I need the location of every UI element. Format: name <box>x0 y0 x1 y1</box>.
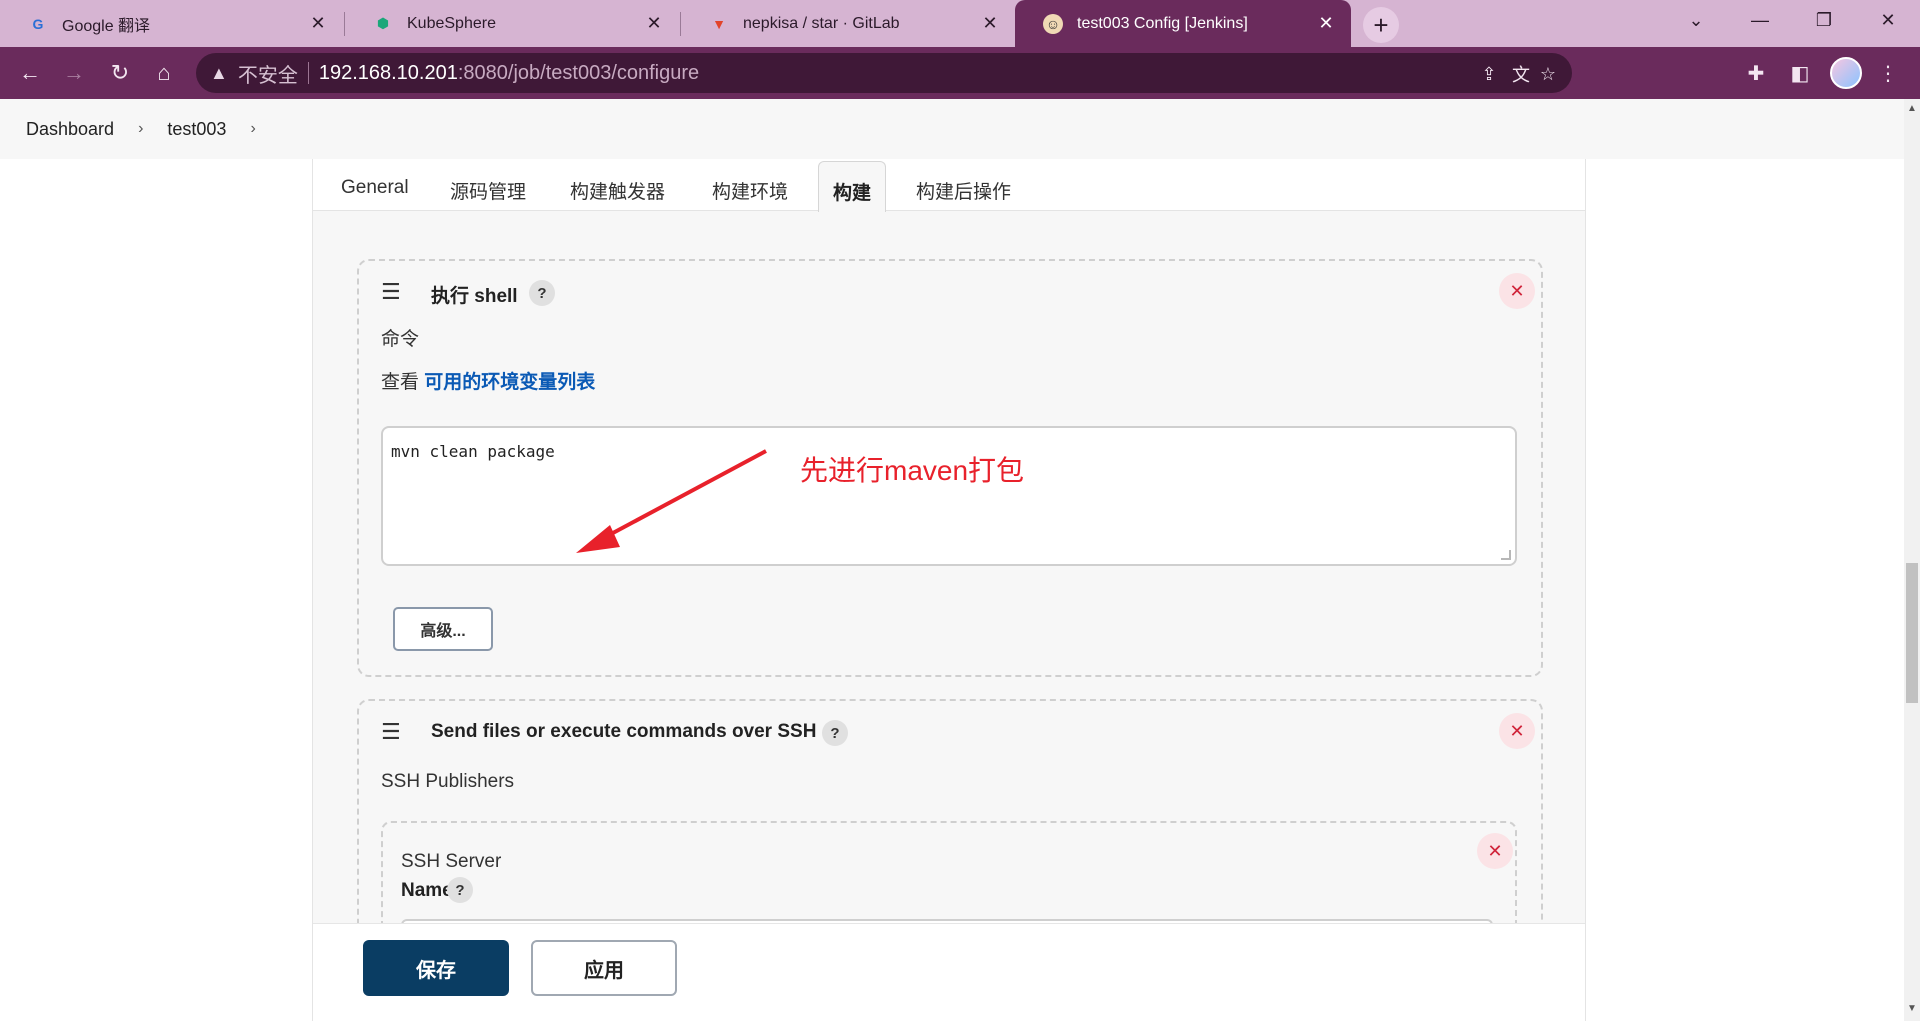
gitlab-icon: ▼ <box>712 15 726 32</box>
tab-scm[interactable]: 源码管理 <box>450 177 526 204</box>
scrollbar-thumb[interactable] <box>1906 563 1918 703</box>
help-icon[interactable]: ? <box>822 720 848 746</box>
browser-tab-gitlab[interactable]: ▼ nepkisa / star · GitLab ✕ <box>681 0 1015 47</box>
browser-toolbar: ← → ↻ ⌂ ▲ 不安全 192.168.10.201 :8080/job/t… <box>0 47 1920 99</box>
breadcrumb-job[interactable]: test003 <box>167 119 226 140</box>
close-icon[interactable]: ✕ <box>307 12 329 34</box>
name-label: Name <box>401 880 453 901</box>
tab-post-build[interactable]: 构建后操作 <box>916 177 1011 204</box>
insecure-label: 不安全 <box>237 64 298 87</box>
tab-title: nepkisa / star · GitLab <box>743 14 900 32</box>
form-action-bar: 保存 应用 <box>313 923 1585 1021</box>
command-label: 命令 <box>381 329 420 350</box>
left-gutter <box>0 159 312 1021</box>
reload-icon[interactable]: ↻ <box>104 57 136 89</box>
chevron-right-icon[interactable]: › <box>250 120 255 138</box>
forward-arrow-icon[interactable]: → <box>58 57 90 89</box>
breadcrumb: Dashboard › test003 › <box>0 99 1904 159</box>
command-text: mvn clean package <box>391 442 555 461</box>
env-prefix: 查看 <box>381 372 420 393</box>
close-window-button[interactable]: ✕ <box>1860 0 1916 40</box>
more-menu-icon[interactable]: ⋮ <box>1872 57 1904 89</box>
step-title: 执行 shell <box>431 286 518 307</box>
drag-handle-icon[interactable]: ☰ <box>381 279 401 305</box>
back-arrow-icon[interactable]: ← <box>14 57 46 89</box>
tab-build-triggers[interactable]: 构建触发器 <box>570 177 665 204</box>
close-icon[interactable]: ✕ <box>1315 12 1337 34</box>
extensions-puzzle-icon[interactable]: ✚ <box>1740 57 1772 89</box>
help-icon[interactable]: ? <box>529 280 555 306</box>
profile-avatar[interactable] <box>1830 57 1862 89</box>
chevron-right-icon[interactable]: › <box>138 120 143 138</box>
env-vars-link[interactable]: 可用的环境变量列表 <box>424 372 595 393</box>
help-icon[interactable]: ? <box>447 877 473 903</box>
bookmark-star-icon[interactable]: ☆ <box>1535 61 1561 87</box>
delete-step-icon[interactable]: ✕ <box>1499 273 1535 309</box>
annotation-arrow-icon <box>576 449 767 553</box>
browser-tab-strip: G Google 翻译 ✕ ⬢ KubeSphere ✕ ▼ nepkisa /… <box>0 0 1920 47</box>
home-icon[interactable]: ⌂ <box>148 57 180 89</box>
tab-general[interactable]: General <box>341 177 409 199</box>
tab-title: test003 Config [Jenkins] <box>1077 14 1248 32</box>
close-icon[interactable]: ✕ <box>643 12 665 34</box>
translate-icon[interactable]: 文 <box>1508 61 1534 87</box>
step-title: Send files or execute commands over SSH <box>431 721 817 742</box>
google-translate-icon: G <box>32 15 44 32</box>
url-path: :8080/job/test003/configure <box>457 61 700 84</box>
env-vars-hint: 查看 可用的环境变量列表 <box>381 367 595 394</box>
apply-button[interactable]: 应用 <box>531 940 677 996</box>
side-panel-icon[interactable]: ◧ <box>1784 57 1816 89</box>
config-tab-bar: General 源码管理 构建触发器 构建环境 构建 构建后操作 <box>313 159 1585 212</box>
save-button[interactable]: 保存 <box>363 940 509 996</box>
scroll-up-icon[interactable]: ▲ <box>1907 103 1917 114</box>
browser-tab-jenkins[interactable]: ☺ test003 Config [Jenkins] ✕ <box>1015 0 1351 47</box>
command-textarea[interactable]: mvn clean package <box>381 426 1517 566</box>
close-icon[interactable]: ✕ <box>979 12 1001 34</box>
annotation-note: 先进行maven打包 <box>800 455 1025 486</box>
warning-triangle-icon: ▲ <box>210 62 228 83</box>
minimize-button[interactable]: — <box>1732 0 1788 40</box>
drag-handle-icon[interactable]: ☰ <box>381 719 401 745</box>
tab-build[interactable]: 构建 <box>818 161 887 212</box>
delete-server-icon[interactable]: ✕ <box>1477 833 1513 869</box>
address-divider <box>307 62 309 84</box>
resize-grip-icon[interactable] <box>1501 550 1511 560</box>
jenkins-icon: ☺ <box>1043 13 1063 34</box>
ssh-publishers-label: SSH Publishers <box>381 771 515 792</box>
ssh-server-label: SSH Server <box>401 851 502 872</box>
url-host: 192.168.10.201 <box>318 61 458 84</box>
breadcrumb-dashboard[interactable]: Dashboard <box>26 119 114 140</box>
config-form: General 源码管理 构建触发器 构建环境 构建 构建后操作 ☰ 执行 sh… <box>312 159 1586 1021</box>
new-tab-button[interactable]: + <box>1363 7 1399 43</box>
address-bar[interactable]: ▲ 不安全 192.168.10.201 :8080/job/test003/c… <box>196 53 1572 93</box>
jenkins-page: Dashboard › test003 › General 源码管理 构建触发器… <box>0 99 1920 1021</box>
share-icon[interactable]: ⇪ <box>1476 61 1502 87</box>
advanced-button[interactable]: 高级... <box>393 607 493 651</box>
delete-step-icon[interactable]: ✕ <box>1499 713 1535 749</box>
browser-tab-kubesphere[interactable]: ⬢ KubeSphere ✕ <box>345 0 679 47</box>
tab-title: Google 翻译 <box>62 17 151 35</box>
scroll-down-icon[interactable]: ▼ <box>1907 1003 1917 1014</box>
restore-button[interactable]: ❐ <box>1796 0 1852 40</box>
tab-title: KubeSphere <box>407 14 496 32</box>
page-scrollbar[interactable]: ▲ ▼ <box>1904 99 1920 1021</box>
tab-search-icon[interactable]: ⌄ <box>1668 0 1724 40</box>
browser-tab-google-translate[interactable]: G Google 翻译 ✕ <box>0 0 343 47</box>
kubesphere-icon: ⬢ <box>376 15 390 31</box>
tab-build-environment[interactable]: 构建环境 <box>712 177 788 204</box>
